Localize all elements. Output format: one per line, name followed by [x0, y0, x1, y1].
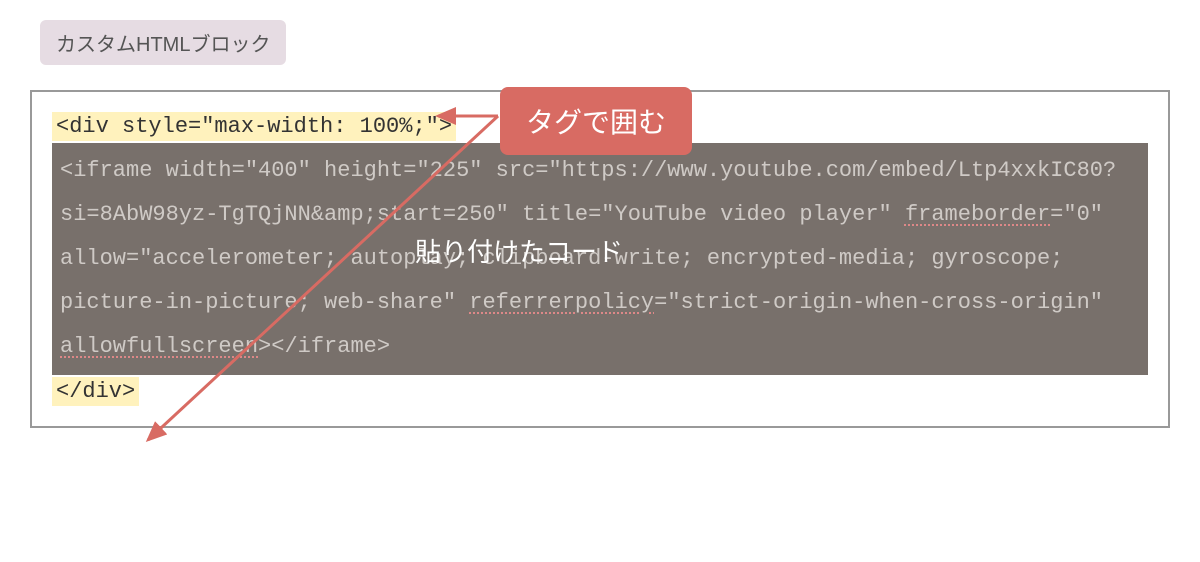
callout-pasted-code: 貼り付けたコード [415, 232, 623, 269]
iframe-code-part3: ="strict-origin-when-cross-origin" [654, 290, 1103, 315]
iframe-attr-frameborder: frameborder [905, 202, 1050, 227]
callout-tag-wrap: タグで囲む [500, 87, 692, 155]
block-type-label: カスタムHTMLブロック [40, 20, 286, 65]
callout-tag-wrap-text: タグで囲む [526, 101, 666, 141]
iframe-code-part4: ></iframe> [258, 334, 390, 359]
highlight-open-tag: <div style="max-width: 100%;"> [52, 112, 456, 141]
iframe-attr-referrerpolicy: referrerpolicy [469, 290, 654, 315]
iframe-attr-allowfullscreen: allowfullscreen [60, 334, 258, 359]
highlight-close-tag: </div> [52, 377, 139, 406]
